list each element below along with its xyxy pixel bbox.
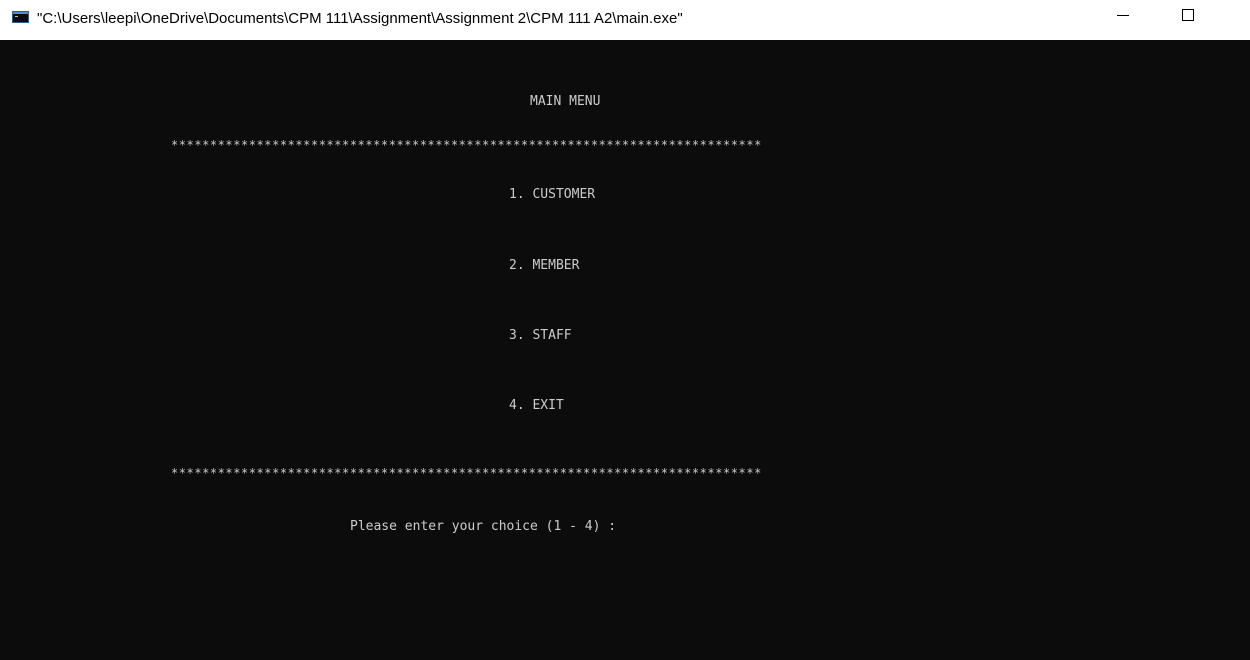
title-bar[interactable]: "C:\Users\leepi\OneDrive\Documents\CPM 1…	[0, 0, 1250, 40]
choice-prompt: Please enter your choice (1 - 4) :	[350, 519, 617, 534]
minimize-icon	[1117, 15, 1129, 16]
divider-top: ****************************************…	[171, 138, 762, 152]
menu-option-staff: 3. STAFF	[509, 328, 572, 343]
menu-option-exit: 4. EXIT	[509, 398, 564, 413]
console-output-area[interactable]: MAIN MENU ******************************…	[0, 40, 1250, 660]
menu-title: MAIN MENU	[530, 94, 601, 109]
maximize-icon	[1182, 9, 1194, 21]
menu-option-customer: 1. CUSTOMER	[509, 187, 596, 202]
console-window-icon[interactable]	[12, 11, 29, 23]
window-title: "C:\Users\leepi\OneDrive\Documents\CPM 1…	[37, 10, 683, 27]
minimize-button[interactable]	[1100, 0, 1146, 32]
console-window: "C:\Users\leepi\OneDrive\Documents\CPM 1…	[0, 0, 1250, 660]
menu-option-member: 2. MEMBER	[509, 258, 580, 273]
maximize-button[interactable]	[1166, 0, 1212, 32]
divider-bottom: ****************************************…	[171, 466, 762, 480]
